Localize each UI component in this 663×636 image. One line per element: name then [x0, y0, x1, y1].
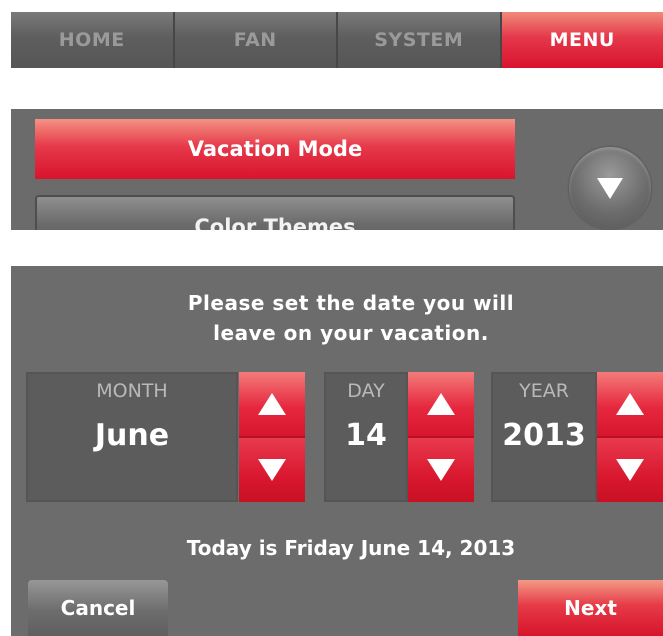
instruction-line-1: Please set the date you will — [187, 291, 515, 315]
year-down-button[interactable] — [597, 438, 663, 502]
month-field: MONTH June — [26, 372, 238, 502]
year-value: 2013 — [502, 418, 586, 453]
day-stepper — [408, 372, 474, 502]
tab-system[interactable]: SYSTEM — [338, 12, 502, 68]
day-up-button[interactable] — [408, 372, 474, 438]
cancel-button[interactable]: Cancel — [28, 580, 168, 636]
arrow-up-icon — [258, 393, 286, 415]
chevron-down-icon — [597, 178, 623, 199]
day-field: DAY 14 — [324, 372, 408, 502]
month-label: MONTH — [96, 380, 168, 402]
year-up-button[interactable] — [597, 372, 663, 438]
tab-fan[interactable]: FAN — [174, 12, 338, 68]
day-label: DAY — [347, 380, 385, 402]
scroll-down-button[interactable] — [569, 147, 651, 229]
tab-home[interactable]: HOME — [11, 12, 175, 68]
arrow-down-icon — [427, 459, 455, 481]
month-down-button[interactable] — [239, 438, 305, 502]
menu-item-vacation-mode[interactable]: Vacation Mode — [35, 119, 515, 179]
arrow-down-icon — [258, 459, 286, 481]
instruction-text: Please set the date you will leave on yo… — [11, 288, 663, 348]
month-stepper — [239, 372, 305, 502]
today-date-text: Today is Friday June 14, 2013 — [186, 536, 516, 560]
vacation-date-panel: Please set the date you will leave on yo… — [11, 266, 663, 636]
day-down-button[interactable] — [408, 438, 474, 502]
menu-list-panel: Vacation Mode Color Themes — [11, 109, 663, 230]
arrow-up-icon — [616, 393, 644, 415]
year-field: YEAR 2013 — [491, 372, 597, 502]
month-value: June — [94, 418, 170, 453]
instruction-line-2: leave on your vacation. — [213, 321, 489, 345]
top-nav-tabs: HOME FAN SYSTEM MENU — [11, 12, 663, 68]
arrow-up-icon — [427, 393, 455, 415]
next-button[interactable]: Next — [518, 580, 663, 636]
menu-item-color-themes[interactable]: Color Themes — [35, 195, 515, 230]
year-stepper — [597, 372, 663, 502]
month-up-button[interactable] — [239, 372, 305, 438]
day-value: 14 — [345, 418, 387, 453]
tab-menu[interactable]: MENU — [501, 12, 663, 68]
arrow-down-icon — [616, 459, 644, 481]
year-label: YEAR — [519, 380, 569, 402]
